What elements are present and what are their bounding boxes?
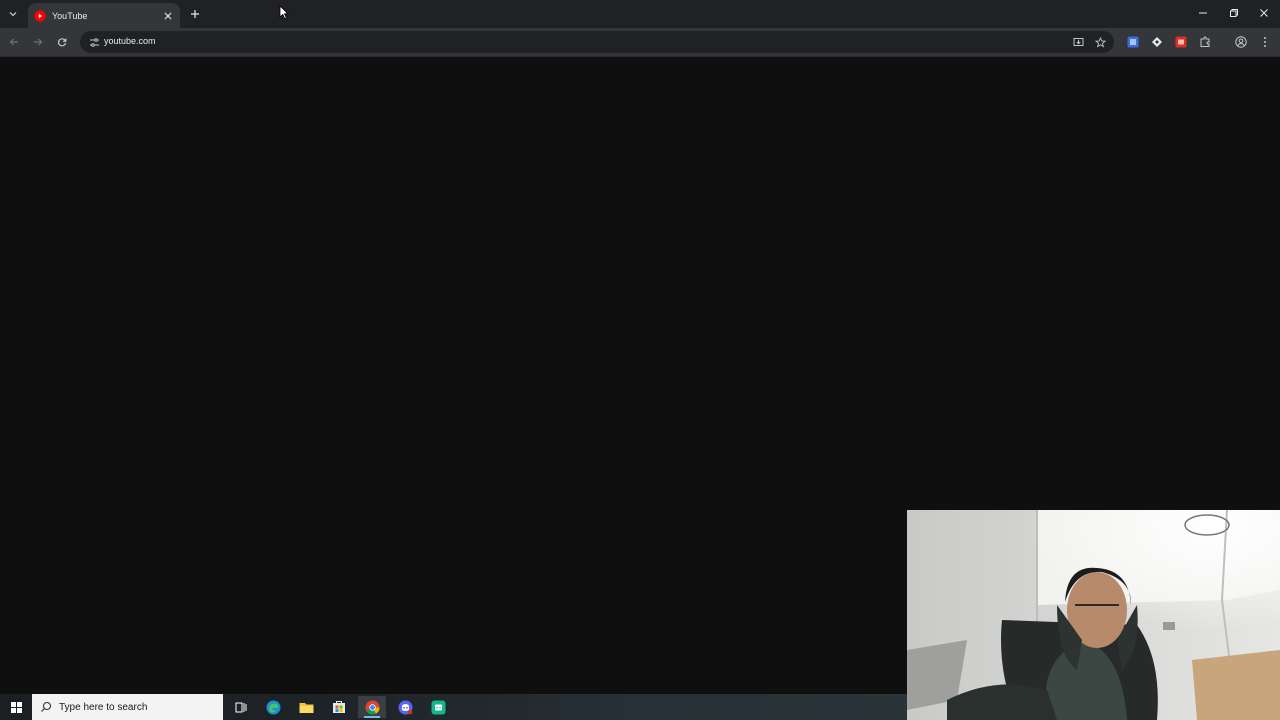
back-icon bbox=[9, 38, 18, 46]
windows-logo-icon bbox=[10, 701, 22, 713]
taskbar-app-file-explorer[interactable] bbox=[292, 696, 320, 718]
file-explorer-icon bbox=[299, 702, 313, 713]
store-icon bbox=[333, 701, 345, 713]
reload-button[interactable] bbox=[53, 33, 71, 51]
mouse-cursor-icon bbox=[279, 5, 289, 20]
app-icon bbox=[431, 700, 445, 714]
browser-tabstrip: YouTube bbox=[0, 0, 1280, 28]
restore-button[interactable] bbox=[1221, 4, 1247, 22]
extensions-button[interactable] bbox=[1196, 33, 1214, 51]
red-extension-icon bbox=[1175, 36, 1187, 48]
webcam-feed-image bbox=[907, 510, 1280, 720]
task-view-button[interactable] bbox=[226, 696, 254, 718]
address-bar[interactable]: youtube.com bbox=[80, 31, 1114, 53]
translate-extension-icon bbox=[1127, 36, 1139, 48]
bookmark-star-icon bbox=[1094, 36, 1106, 48]
back-button[interactable] bbox=[5, 33, 23, 51]
windows-taskbar: Type here to search bbox=[0, 694, 907, 720]
reload-icon bbox=[57, 38, 67, 47]
tab-close-button[interactable] bbox=[160, 8, 176, 24]
discord-icon bbox=[398, 700, 412, 714]
tab-youtube[interactable]: YouTube bbox=[28, 3, 180, 28]
taskbar-app-chrome[interactable] bbox=[358, 696, 386, 718]
taskbar-app-store[interactable] bbox=[325, 696, 353, 718]
minimize-button[interactable] bbox=[1190, 4, 1216, 22]
install-app-button[interactable] bbox=[1070, 34, 1086, 50]
restore-icon bbox=[1230, 9, 1238, 17]
new-tab-icon bbox=[191, 10, 199, 18]
webcam-overlay bbox=[907, 510, 1280, 720]
taskbar-app-teal[interactable] bbox=[424, 696, 452, 718]
youtube-icon bbox=[34, 10, 46, 21]
task-view-icon bbox=[235, 702, 246, 712]
search-placeholder: Type here to search bbox=[59, 701, 148, 713]
new-tab-button[interactable] bbox=[186, 5, 204, 23]
edge-icon bbox=[266, 700, 280, 714]
site-info-button[interactable] bbox=[86, 34, 102, 50]
taskbar-app-discord[interactable] bbox=[391, 696, 419, 718]
bookmark-button[interactable] bbox=[1092, 34, 1108, 50]
minimize-icon bbox=[1199, 12, 1207, 14]
url-text: youtube.com bbox=[104, 36, 156, 46]
window-close-icon bbox=[1260, 9, 1268, 17]
menu-kebab-icon bbox=[1264, 37, 1266, 47]
search-icon bbox=[41, 701, 52, 712]
forward-icon bbox=[34, 38, 43, 46]
site-info-icon bbox=[89, 37, 99, 47]
browser-toolbar: youtube.com bbox=[0, 28, 1280, 57]
close-icon bbox=[164, 12, 172, 19]
taskbar-search-box[interactable]: Type here to search bbox=[32, 694, 223, 720]
taskbar-app-edge[interactable] bbox=[259, 696, 287, 718]
tab-title: YouTube bbox=[52, 10, 88, 21]
chrome-icon bbox=[365, 700, 380, 715]
window-close-button[interactable] bbox=[1251, 4, 1277, 22]
browser-menu-button[interactable] bbox=[1256, 33, 1274, 51]
diamond-extension-icon bbox=[1152, 37, 1162, 47]
diamond-extension-button[interactable] bbox=[1148, 33, 1166, 51]
chevron-down-icon bbox=[9, 12, 17, 17]
tab-search-button[interactable] bbox=[4, 5, 22, 23]
profile-icon bbox=[1235, 36, 1247, 48]
start-button[interactable] bbox=[4, 698, 28, 716]
profile-button[interactable] bbox=[1232, 33, 1250, 51]
forward-button[interactable] bbox=[29, 33, 47, 51]
red-extension-button[interactable] bbox=[1172, 33, 1190, 51]
extensions-puzzle-icon bbox=[1200, 36, 1210, 47]
install-app-icon bbox=[1073, 37, 1083, 46]
translate-extension-button[interactable] bbox=[1124, 33, 1142, 51]
